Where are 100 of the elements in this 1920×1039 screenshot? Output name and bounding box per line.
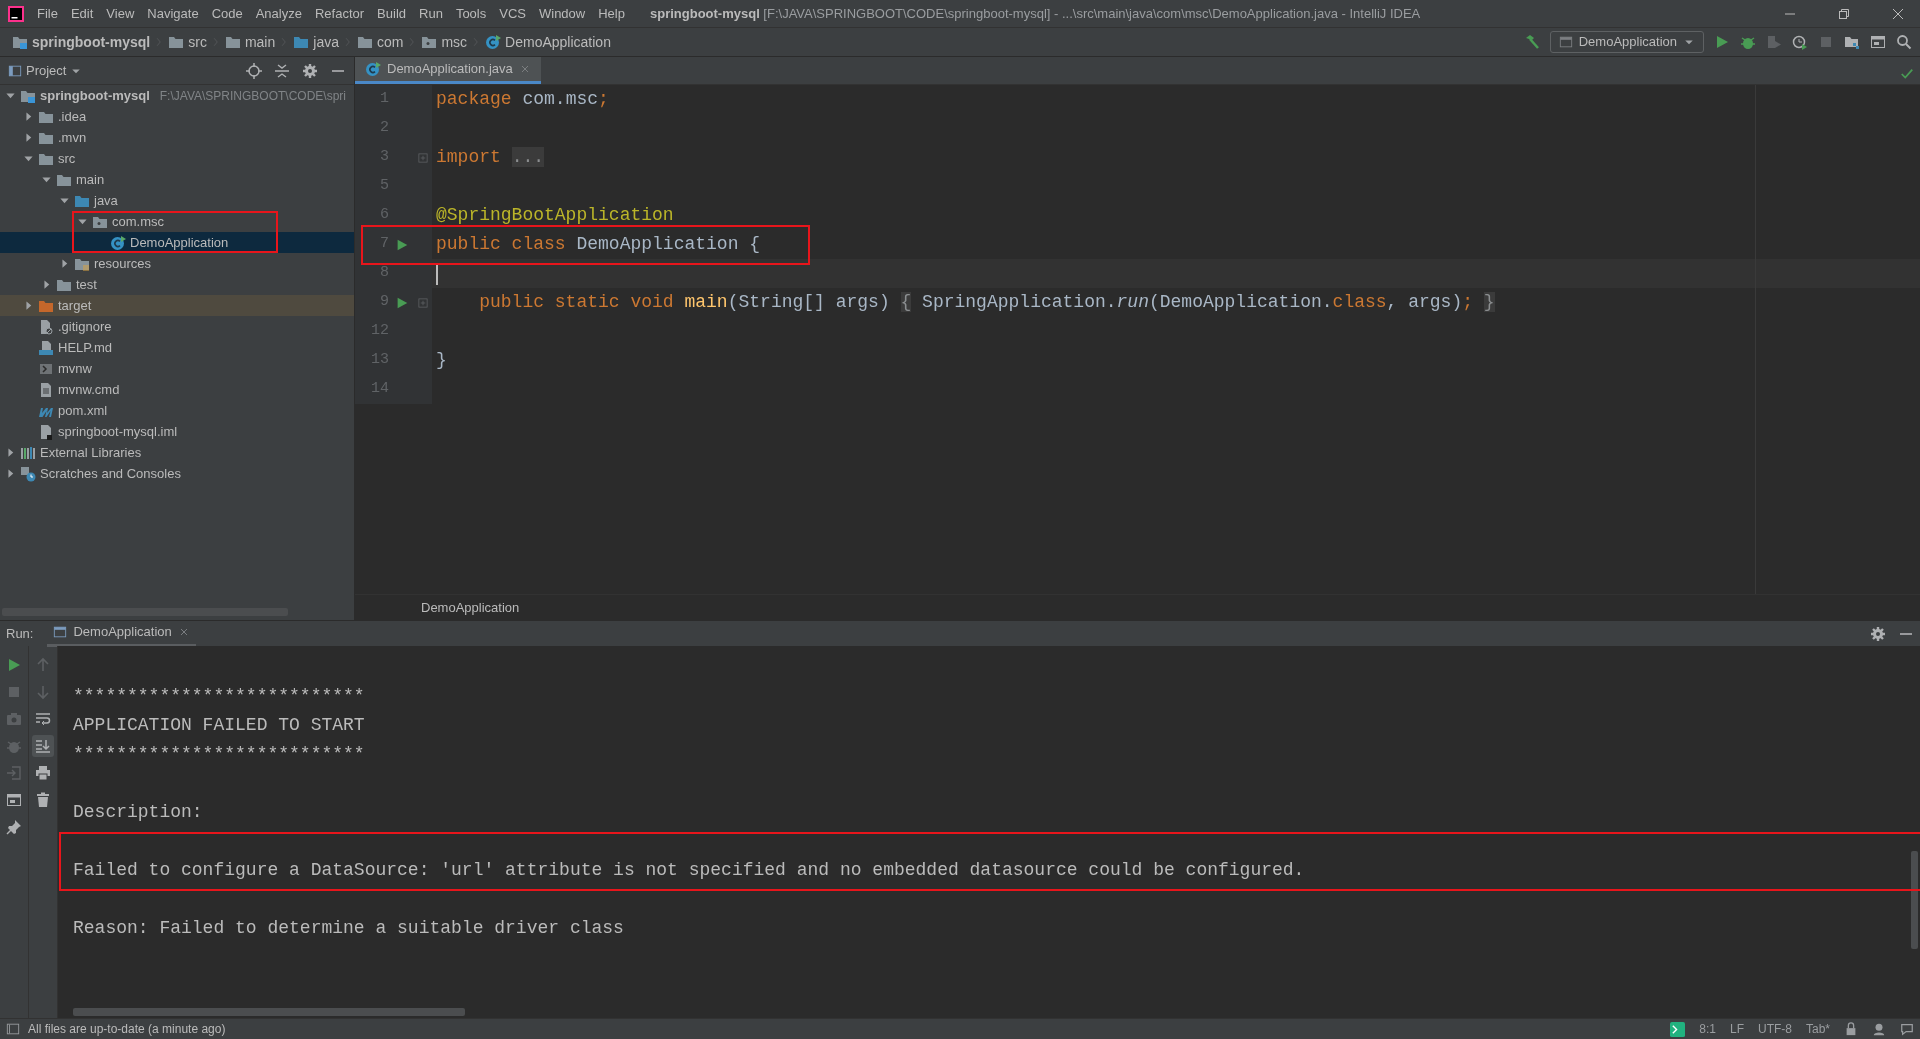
class-icon (485, 34, 502, 50)
menu-item[interactable]: Run (419, 3, 443, 24)
tree-item[interactable]: DemoApplication (0, 232, 354, 253)
tree-item[interactable]: mvnw.cmd (0, 379, 354, 400)
panel-icon (8, 63, 22, 78)
markdown-file-icon (38, 339, 54, 356)
tree-item[interactable]: test (0, 274, 354, 295)
console-line: *************************** (73, 743, 366, 766)
menu-item[interactable]: VCS (499, 3, 526, 24)
settings-icon[interactable] (302, 62, 318, 79)
run-gutter-icon[interactable] (395, 237, 409, 252)
expanded-arrow-icon[interactable] (22, 153, 34, 164)
menu-item[interactable]: Code (211, 3, 243, 24)
window-icon (53, 625, 68, 639)
notification-icon[interactable] (1900, 1022, 1914, 1036)
tree-item[interactable]: pom.xml (0, 400, 354, 421)
status-item[interactable]: LF (1729, 1020, 1744, 1038)
status-item[interactable]: Tab* (1805, 1020, 1830, 1038)
tree-item[interactable]: Scratches and Consoles (0, 463, 354, 484)
run-icon[interactable] (6, 657, 22, 673)
folder-icon (356, 34, 373, 50)
tree-item[interactable]: HELP.md (0, 337, 354, 358)
run-gutter-icon[interactable] (395, 295, 409, 310)
console-line: Description: (73, 801, 204, 824)
scratches-icon (20, 465, 36, 482)
status-item[interactable]: UTF-8 (1757, 1020, 1792, 1038)
module-icon (12, 34, 28, 50)
status-panel-icon[interactable] (6, 1022, 20, 1036)
check-icon (1900, 67, 1914, 81)
locate-icon[interactable] (246, 62, 262, 79)
project-view-dropdown[interactable]: Project (8, 60, 83, 81)
tree-item[interactable]: com.msc (0, 211, 354, 232)
menu-item[interactable]: Window (538, 3, 586, 24)
breadcrumb-item[interactable]: main (224, 31, 276, 53)
menu-item[interactable]: Refactor (314, 3, 365, 24)
expanded-arrow-icon[interactable] (76, 216, 88, 227)
menu-item[interactable]: Analyze (255, 3, 302, 24)
breadcrumb-item[interactable]: springboot-mysql (12, 31, 151, 53)
layout-icon[interactable] (6, 792, 22, 808)
menu-item[interactable]: Navigate (147, 3, 199, 24)
settings-icon[interactable] (1870, 625, 1886, 642)
tree-item[interactable]: src (0, 148, 354, 169)
project-structure-icon[interactable] (1844, 34, 1860, 50)
menu-item[interactable]: Build (377, 3, 406, 24)
scroll-to-end-icon[interactable] (32, 735, 54, 757)
menu-item[interactable]: Help (598, 3, 625, 24)
menu-item[interactable]: File (37, 3, 58, 24)
status-item[interactable]: 8:1 (1699, 1020, 1716, 1038)
vertical-scrollbar[interactable] (1911, 851, 1918, 949)
tree-item[interactable]: External Libraries (0, 442, 354, 463)
expanded-arrow-icon[interactable] (40, 174, 52, 185)
collapse-all-icon[interactable] (274, 62, 290, 79)
tree-item[interactable]: .mvn (0, 127, 354, 148)
menu-item[interactable]: Edit (70, 3, 94, 24)
pin-icon[interactable] (6, 819, 22, 835)
ignore-file-icon (38, 318, 54, 335)
tree-item[interactable]: resources (0, 253, 354, 274)
tree-item[interactable]: springboot-mysql F:\JAVA\SPRINGBOOT\CODE\spri (0, 85, 354, 106)
window-title: springboot-mysql [F:\JAVA\SPRINGBOOT\CODE\springboot-mysql] - ...\src\main\java\com\msc\DemoApplication.java - IntelliJ IDEA (649, 4, 1421, 23)
breadcrumb-item[interactable]: java (293, 31, 339, 53)
expanded-arrow-icon[interactable] (58, 195, 70, 206)
run-icon[interactable] (1714, 34, 1730, 50)
search-icon[interactable] (1896, 34, 1912, 50)
tree-item[interactable]: .idea (0, 106, 354, 127)
breadcrumb-item[interactable]: DemoApplication (485, 31, 611, 53)
code-line: public class DemoApplication { (436, 233, 761, 256)
lock-icon[interactable] (1844, 1022, 1858, 1036)
app-logo-icon (8, 5, 24, 22)
console-line: Reason: Failed to determine a suitable driver class (73, 917, 625, 940)
inspector-icon[interactable] (1872, 1022, 1886, 1036)
text-file-icon (38, 381, 54, 398)
editor-tab[interactable]: DemoApplication.java (355, 57, 541, 84)
expanded-arrow-icon[interactable] (4, 90, 16, 101)
layout-icon[interactable] (1870, 34, 1886, 50)
console-line: *************************** (73, 685, 366, 708)
terminal-icon[interactable] (1670, 1021, 1686, 1037)
menu-item[interactable]: Tools (455, 3, 487, 24)
tree-item[interactable]: springboot-mysql.iml (0, 421, 354, 442)
breadcrumb-item[interactable]: src (168, 31, 207, 53)
folder-icon (168, 34, 185, 50)
debug-icon[interactable] (1740, 34, 1756, 50)
breadcrumb-item[interactable]: msc (421, 31, 468, 53)
window-icon (1558, 35, 1573, 49)
folder-icon (224, 34, 241, 50)
menu-item[interactable]: View (106, 3, 135, 24)
breadcrumb-item[interactable]: com (356, 31, 404, 53)
tree-item[interactable]: java (0, 190, 354, 211)
code-line: } (436, 349, 447, 372)
run-configuration-dropdown[interactable]: DemoApplication (1549, 31, 1704, 53)
tree-item[interactable]: mvnw (0, 358, 354, 379)
horizontal-scrollbar[interactable] (73, 1008, 465, 1016)
code-line: public static void main(String[] args) { SpringApplication.run(DemoApplication.class, args); } (478, 291, 1495, 314)
editor-breadcrumb[interactable]: DemoApplication (421, 597, 520, 618)
class-icon (110, 234, 126, 251)
tree-item[interactable]: main (0, 169, 354, 190)
tree-item[interactable]: .gitignore (0, 316, 354, 337)
tree-item[interactable]: target (0, 295, 354, 316)
profile-icon[interactable] (1792, 34, 1808, 50)
module-file-icon (38, 423, 54, 440)
code-line: package com.msc; (436, 88, 609, 111)
